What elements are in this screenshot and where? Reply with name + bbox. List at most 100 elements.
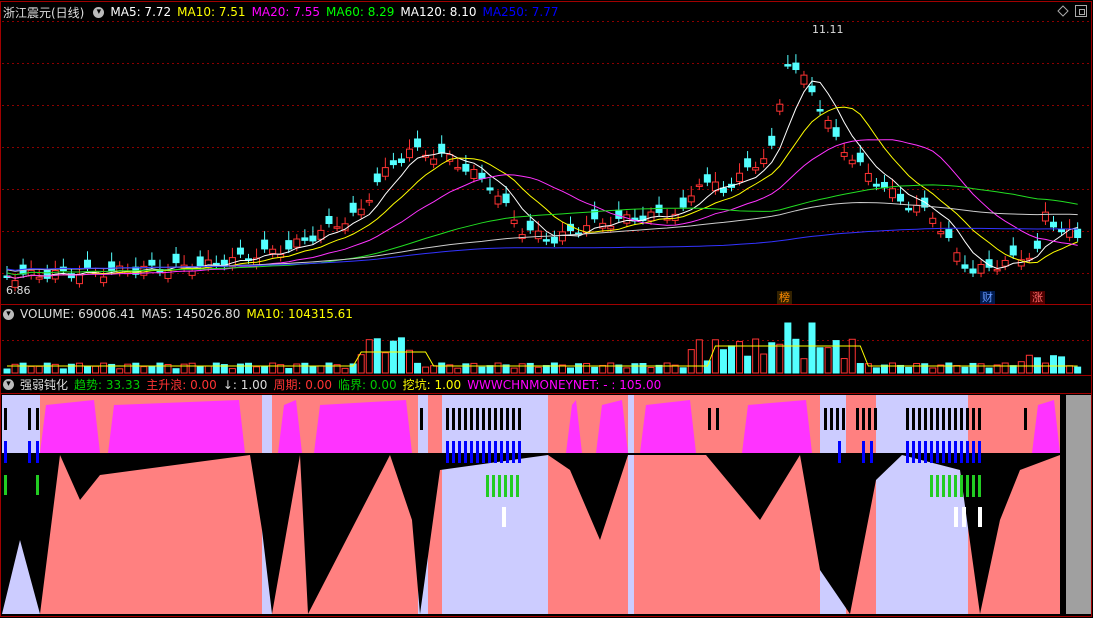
tick-black: [918, 408, 921, 430]
tick-white: [978, 507, 982, 527]
event-tag-finance[interactable]: 财: [980, 291, 995, 304]
volume-bar: [373, 338, 381, 374]
volume-bar: [703, 360, 711, 374]
candle-body: [792, 62, 800, 71]
tick-black: [836, 408, 839, 430]
candle-body: [744, 158, 752, 168]
tick-blue: [464, 441, 467, 463]
event-tag-ranking-text: 榜: [779, 291, 790, 304]
candle-body: [679, 197, 687, 208]
volume-bar: [84, 366, 91, 374]
volume-bar: [156, 362, 164, 374]
volume-bar: [1001, 362, 1009, 374]
tick-green: [978, 475, 981, 497]
tick-green: [516, 475, 519, 497]
price-high-value: 11.11: [812, 23, 844, 36]
volume-bar: [116, 368, 124, 374]
volume-bar: [406, 349, 413, 374]
candle-body: [905, 207, 913, 211]
trend-hump: [742, 400, 812, 453]
volume-bar: [397, 337, 405, 374]
settings-circle-icon[interactable]: ▾: [93, 6, 105, 18]
tick-green: [960, 475, 963, 497]
tick-black: [4, 408, 7, 430]
candle-body: [872, 183, 880, 187]
tick-black: [960, 408, 963, 430]
volume-bar: [1041, 362, 1049, 374]
tick-black: [966, 408, 969, 430]
candle-body: [1041, 211, 1049, 222]
event-tag-limit-up[interactable]: 涨: [1030, 291, 1045, 304]
tick-blue: [488, 441, 491, 463]
candle-body: [430, 158, 438, 165]
diamond-icon[interactable]: [1057, 5, 1069, 17]
candle-body: [953, 252, 961, 262]
volume-bar: [196, 366, 204, 374]
volume-bar: [792, 338, 800, 374]
indicator-chart[interactable]: [2, 395, 1091, 614]
volume-bar: [357, 354, 365, 374]
volume-bar: [687, 349, 695, 374]
tick-black: [830, 408, 833, 430]
tick-blue: [482, 441, 485, 463]
settings-circle-icon[interactable]: ▾: [3, 378, 14, 390]
candle-body: [542, 239, 550, 242]
candle-body: [43, 269, 51, 279]
candle-body: [687, 195, 695, 203]
tick-blue: [506, 441, 509, 463]
candle-body: [349, 202, 357, 213]
volume-bar: [35, 365, 43, 374]
volume-bar: [897, 364, 905, 374]
candle-body: [977, 264, 985, 274]
candle-body: [357, 208, 365, 216]
candle-body: [414, 138, 422, 148]
volume-bar: [913, 362, 921, 374]
indicator-legend-item: 强弱钝化: [20, 377, 69, 392]
candle-body: [317, 229, 325, 240]
candle-body: [1001, 259, 1009, 267]
candle-body: [752, 167, 760, 171]
settings-circle-icon[interactable]: ▾: [3, 308, 14, 320]
price-high-label: 11.11: [812, 23, 844, 36]
candle-body: [454, 166, 462, 170]
candle-body: [897, 193, 905, 202]
trend-hump: [40, 400, 100, 453]
event-tag-ranking[interactable]: 榜: [777, 291, 792, 304]
candle-body: [816, 109, 824, 112]
candle-body: [438, 143, 446, 154]
candle-body: [269, 248, 277, 255]
tick-blue: [870, 441, 873, 463]
candle-body: [164, 269, 172, 279]
volume-bar: [132, 362, 140, 374]
volume-bar: [776, 343, 784, 374]
candle-body: [736, 172, 744, 183]
tick-blue: [36, 441, 39, 463]
candle-body: [486, 187, 494, 191]
volume-bar: [824, 347, 832, 374]
volume-bar: [719, 349, 727, 374]
tick-black: [862, 408, 865, 430]
candle-body: [1033, 240, 1041, 249]
volume-bar: [414, 362, 422, 374]
candle-body: [75, 274, 83, 285]
tick-black: [494, 408, 497, 430]
volume-bar: [663, 362, 671, 374]
trend-hump: [108, 400, 245, 453]
tick-blue: [838, 441, 841, 463]
volume-bar: [961, 366, 969, 374]
tick-green: [4, 475, 7, 495]
volume-bar: [261, 365, 269, 374]
tick-blue: [936, 441, 939, 463]
tick-blue: [494, 441, 497, 463]
volume-bar: [872, 367, 880, 374]
candle-body: [647, 211, 655, 222]
window-restore-icon[interactable]: [1075, 5, 1087, 17]
volume-bar: [768, 342, 776, 374]
indicator-legend-item: 周期: 0.00: [273, 377, 333, 392]
tick-white: [962, 507, 966, 527]
volume-bar: [486, 365, 494, 374]
candle-body: [35, 276, 43, 280]
tick-black: [482, 408, 485, 430]
indicator-legend-item: WWWCHNMONEYNET: - : 105.00: [467, 377, 662, 392]
volume-bar: [542, 365, 550, 374]
